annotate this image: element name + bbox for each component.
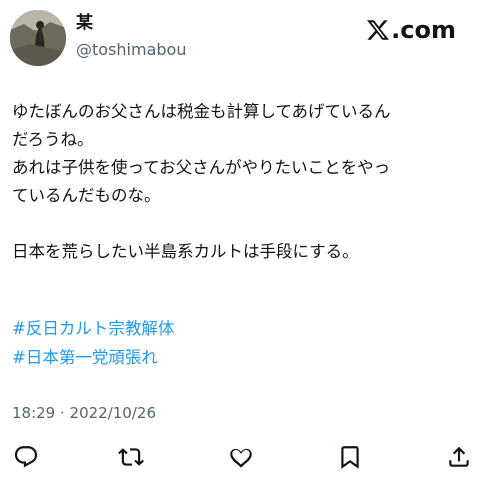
tweet-line: あれは子供を使ってお父さんがやりたいことをやっ [12, 158, 391, 177]
display-name[interactable]: 某 [76, 12, 93, 34]
bookmark-icon[interactable] [337, 444, 363, 470]
hashtag-link[interactable]: #日本第一党頑張れ [12, 343, 174, 372]
tweet-timestamp[interactable]: 18:29 · 2022/10/26 [12, 402, 156, 424]
hashtag-link[interactable]: #反日カルト宗教解体 [12, 314, 174, 343]
tweet-line: だろうね。 [12, 130, 94, 149]
tweet-action-bar [0, 438, 480, 474]
tweet-text: ゆたぼんのお父さんは税金も計算してあげているん だろうね。 あれは子供を使ってお… [12, 98, 474, 266]
tweet-line: ているんだものな。 [12, 186, 161, 205]
share-icon[interactable] [446, 444, 472, 470]
tweet-line: 日本を荒らしたい半島系カルトは手段にする。 [12, 242, 359, 261]
paragraph-break [12, 210, 474, 238]
avatar[interactable] [10, 10, 66, 66]
retweet-icon[interactable] [118, 444, 144, 470]
user-handle[interactable]: @toshimabou [76, 39, 186, 61]
brand-text: .com [391, 16, 456, 44]
tweet-line: ゆたぼんのお父さんは税金も計算してあげているん [12, 102, 391, 121]
reply-icon[interactable] [13, 444, 39, 470]
hashtag-list: #反日カルト宗教解体 #日本第一党頑張れ [12, 314, 174, 372]
x-logo-icon [367, 20, 390, 40]
brand-logo: .com [366, 14, 456, 46]
like-icon[interactable] [228, 444, 254, 470]
